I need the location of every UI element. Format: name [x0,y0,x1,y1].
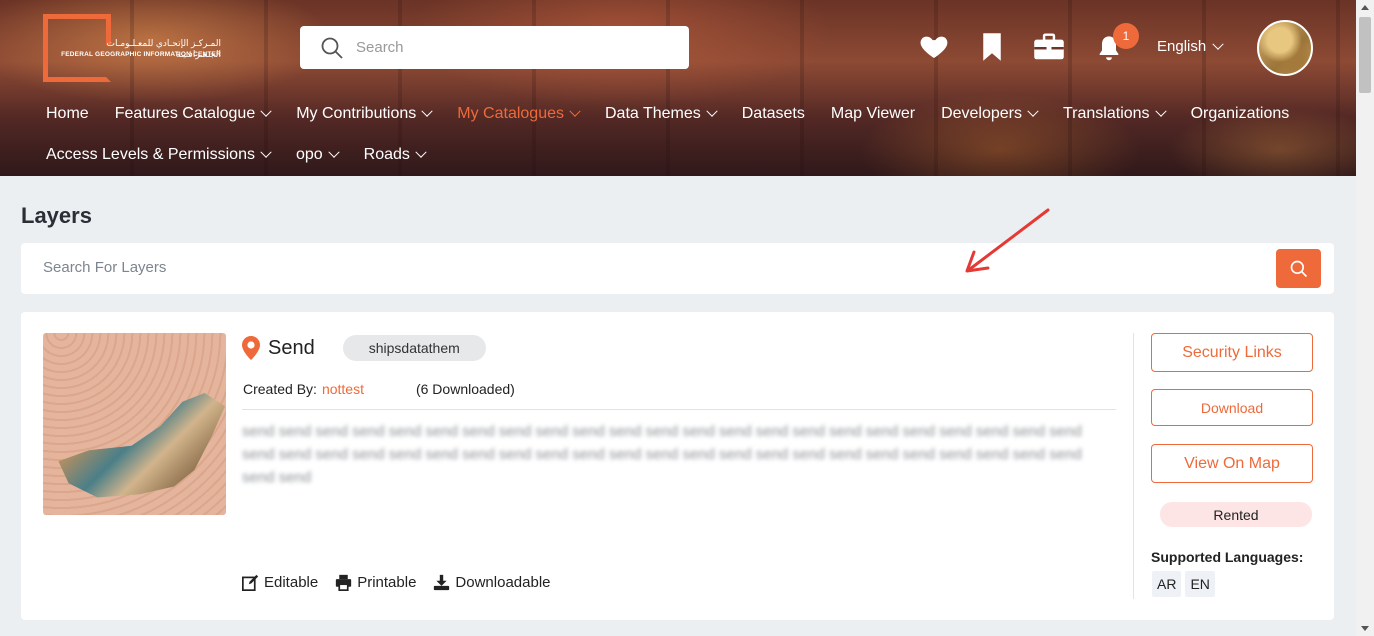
annotation-arrow-icon [965,208,1050,273]
edit-icon [242,574,259,591]
scroll-up-icon[interactable] [1361,5,1369,10]
map-shape-image [58,393,225,498]
nav-item-roads[interactable]: Roads [363,145,427,165]
download-count: (6 Downloaded) [415,381,515,397]
layer-card: Send shipsdatathem Created By: nottest (… [21,312,1334,620]
creator-link[interactable]: nottest [322,381,364,397]
feature-printable: Printable [335,574,416,591]
nav-item-features-catalogue[interactable]: Features Catalogue [114,104,272,124]
page-title: Layers [21,203,92,228]
feature-downloadable-label: Downloadable [455,574,551,591]
vertical-divider [1133,333,1134,599]
layer-features: Editable Printable Downloadable [242,574,568,591]
language-chip: AR [1152,571,1182,597]
chevron-down-icon [260,105,272,117]
layer-search-button[interactable] [1276,249,1321,288]
nav-item-opo[interactable]: opo [295,145,340,165]
nav-item-label: Developers [941,105,1022,122]
feature-downloadable: Downloadable [433,574,551,591]
layer-title-row: Send shipsdatathem [242,335,486,361]
nav-item-label: Home [46,105,89,122]
global-search-input[interactable] [356,39,656,56]
nav-row-primary: Home Features Catalogue My Contributions My… [46,104,1315,124]
nav-item-my-contributions[interactable]: My Contributions [296,104,433,124]
layer-search-input[interactable] [43,259,1243,276]
nav-item-my-catalogues[interactable]: My Catalogues [457,104,581,124]
language-selector[interactable]: English [1157,38,1224,55]
logo-english-text: FEDERAL GEOGRAPHIC INFORMATION CENTER [61,51,221,58]
nav-item-label: Datasets [741,105,805,122]
chevron-down-icon [706,105,718,117]
feature-editable: Editable [242,574,318,591]
layer-description: send send send send send send send send … [242,423,1082,486]
supported-languages: AR EN [1152,571,1215,597]
nav-item-organizations[interactable]: Organizations [1191,104,1290,124]
download-icon [434,574,450,591]
nav-item-map-viewer[interactable]: Map Viewer [831,104,915,124]
nav-item-label: opo [295,146,323,163]
nav-item-developers[interactable]: Developers [941,104,1039,124]
nav-item-label: Data Themes [604,105,701,122]
layer-meta: Created By: nottest (6 Downloaded) [243,381,515,397]
chevron-down-icon [1154,105,1167,117]
chevron-down-icon [421,105,433,117]
nav-item-access-levels-permissions[interactable]: Access Levels & Permissions [46,145,272,165]
language-label: English [1157,38,1207,55]
notification-badge: 1 [1113,23,1139,49]
layer-thumbnail[interactable] [43,333,226,515]
chevron-down-icon [569,105,581,117]
nav-item-label: My Contributions [296,105,417,122]
bookmark-icon[interactable] [978,32,1010,64]
scrollbar-thumb[interactable] [1359,17,1371,93]
view-on-map-button[interactable]: View On Map [1151,444,1313,483]
feature-printable-label: Printable [357,574,417,591]
nav-item-label: Access Levels & Permissions [46,146,255,163]
search-icon [1290,260,1307,277]
search-icon [320,36,344,60]
nav-item-label: Translations [1063,105,1150,122]
user-avatar[interactable] [1257,20,1313,76]
language-chip: EN [1185,571,1215,597]
chevron-down-icon [1027,105,1039,117]
header-banner: المـركـز الإتحـادي للمعـلـومـات الجـغـرا… [0,0,1356,176]
print-icon [336,574,352,591]
chevron-down-icon [1212,38,1224,50]
layer-search-bar [21,243,1334,294]
supported-languages-label: Supported Languages: [1151,549,1304,565]
download-button[interactable]: Download [1151,389,1313,426]
nav-item-label: Roads [363,146,410,163]
site-logo[interactable]: المـركـز الإتحـادي للمعـلـومـات الجـغـرا… [43,14,223,82]
feature-editable-label: Editable [264,574,319,591]
layer-tag: shipsdatathem [342,335,486,361]
created-by-label: Created By: [243,381,317,397]
security-links-button[interactable]: Security Links [1151,333,1313,372]
status-badge: Rented [1160,502,1312,527]
chevron-down-icon [328,146,340,158]
nav-row-secondary: Access Levels & Permissions opo Roads [46,145,451,165]
toolbox-icon[interactable] [1033,33,1065,65]
layer-name[interactable]: Send [268,337,315,360]
nav-item-datasets[interactable]: Datasets [742,104,805,124]
global-search [300,26,689,69]
nav-item-label: Organizations [1190,105,1290,122]
heart-icon[interactable] [918,30,950,62]
chevron-down-icon [260,146,272,158]
page-scrollbar[interactable] [1356,0,1374,636]
nav-item-home[interactable]: Home [46,104,89,124]
divider [242,409,1116,410]
location-pin-icon [242,336,260,360]
nav-item-label: Features Catalogue [114,105,256,122]
scroll-down-icon[interactable] [1361,626,1369,631]
chevron-down-icon [415,146,427,158]
nav-item-label: Map Viewer [830,105,916,122]
nav-item-translations[interactable]: Translations [1063,104,1167,124]
nav-item-data-themes[interactable]: Data Themes [604,104,718,124]
nav-item-label: My Catalogues [457,105,564,122]
